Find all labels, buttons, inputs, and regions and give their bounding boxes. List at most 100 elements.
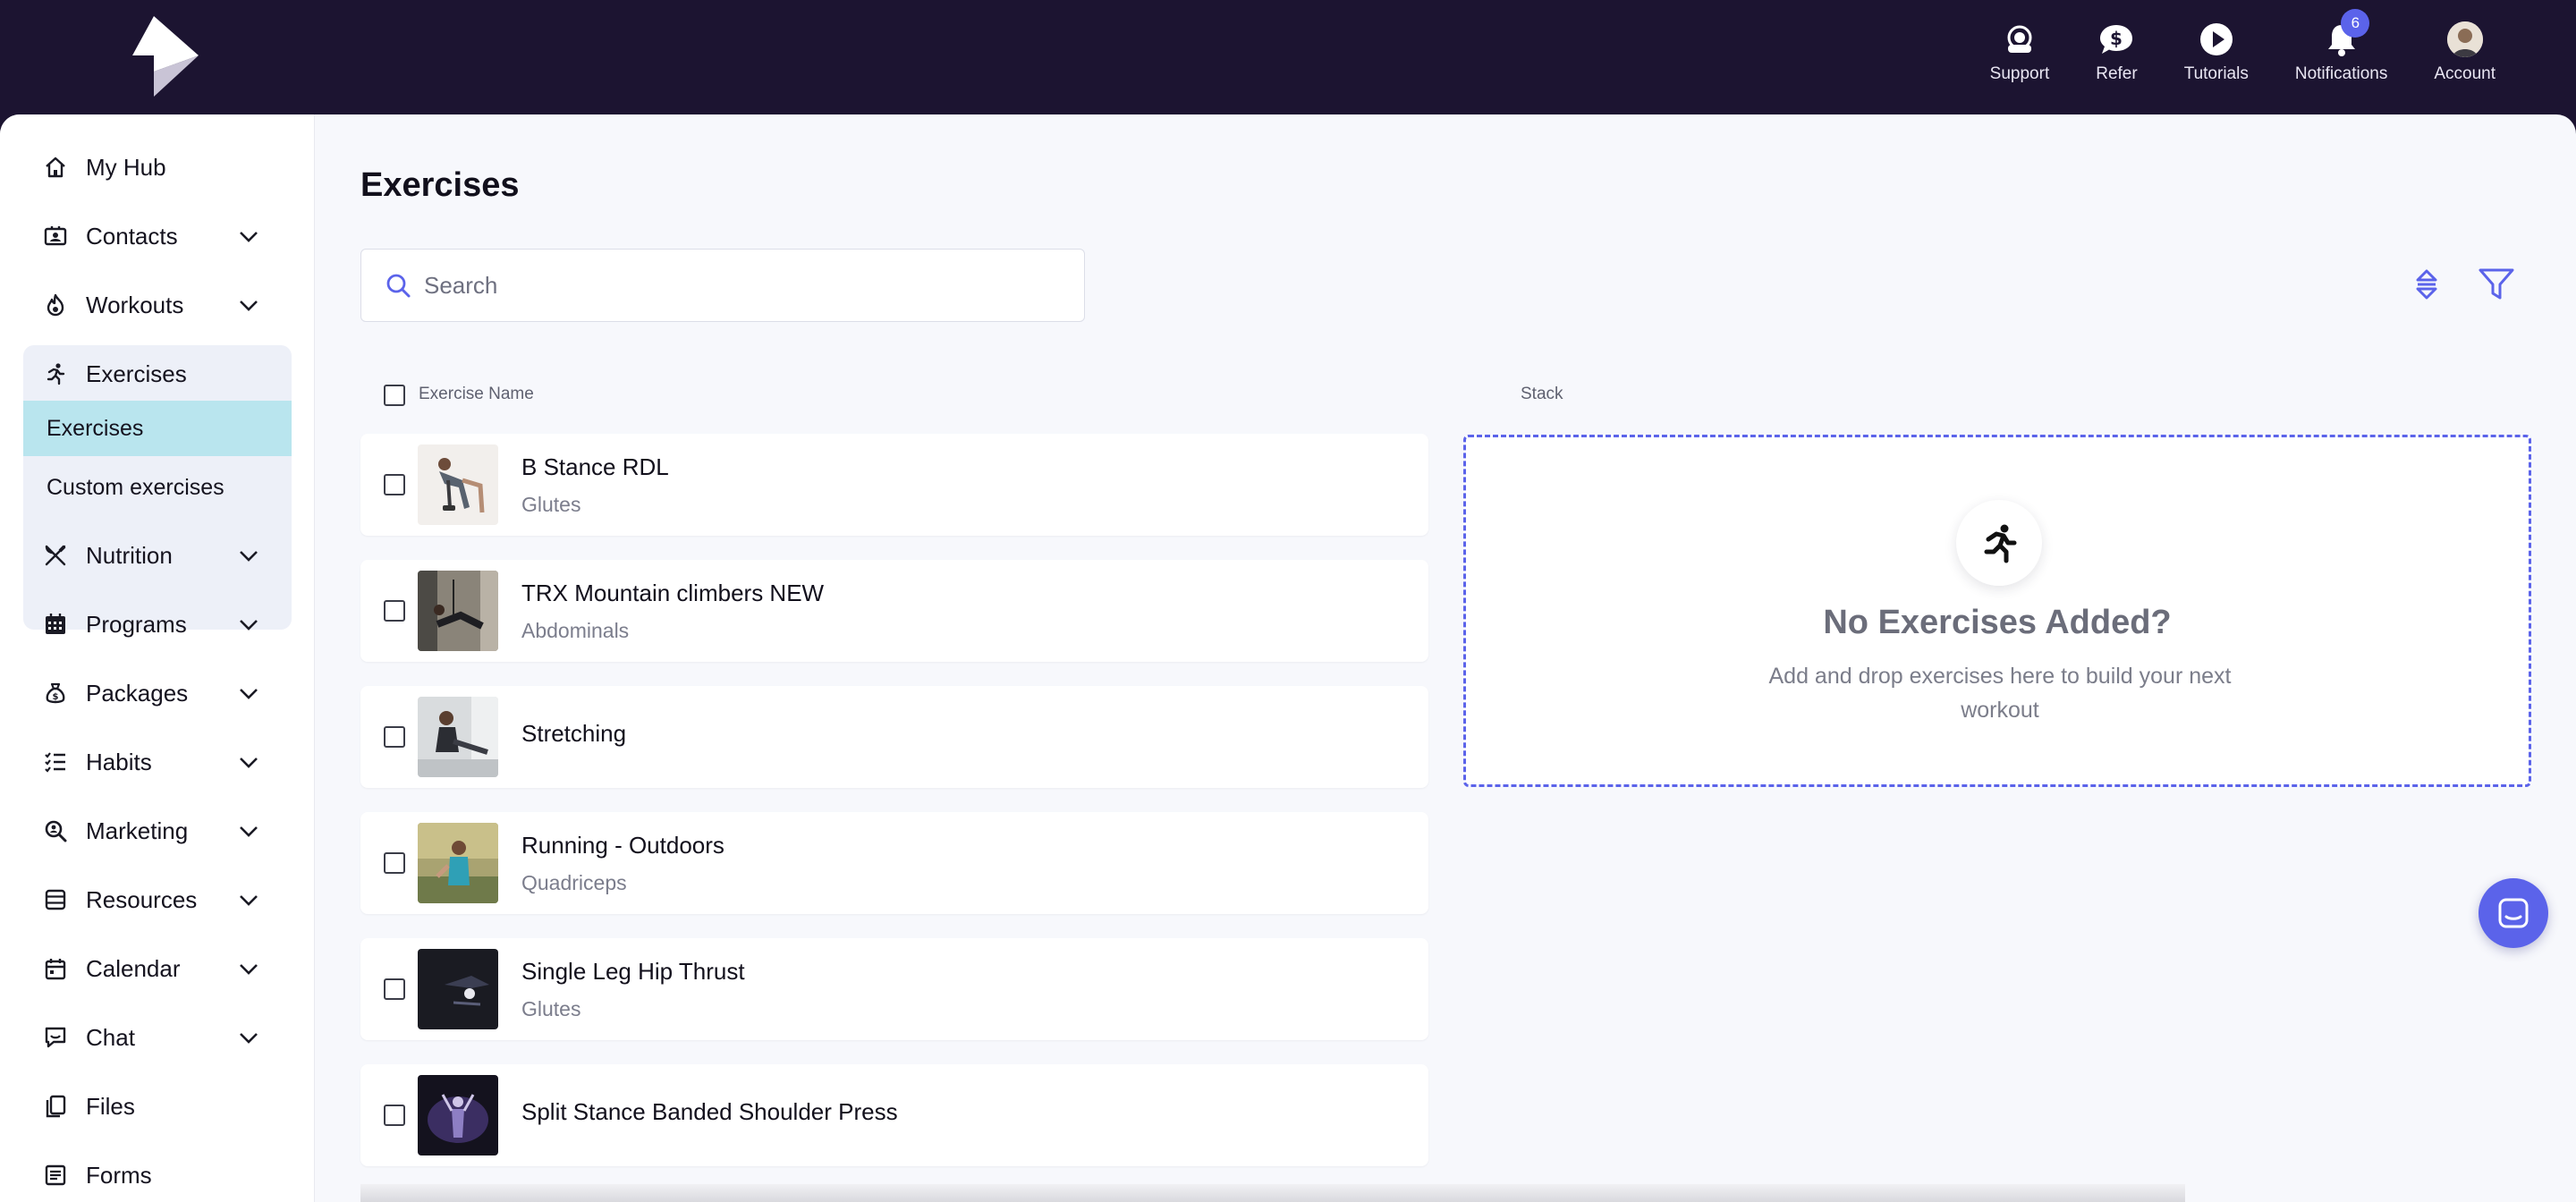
sidebar-item-resources[interactable]: Resources	[23, 872, 292, 927]
sidebar-item-habits[interactable]: Habits	[23, 734, 292, 790]
sidebar-item-my-hub[interactable]: My Hub	[23, 140, 292, 195]
chevron-down-icon[interactable]	[238, 751, 259, 773]
page-title: Exercises	[360, 166, 520, 204]
sidebar-item-marketing[interactable]: Marketing	[23, 803, 292, 859]
notifications-button[interactable]: Notifications 6	[2295, 9, 2387, 91]
search-icon	[386, 274, 411, 298]
stack-empty-subtitle: Add and drop exercises here to build you…	[1768, 664, 2232, 723]
exercise-thumbnail	[418, 1075, 498, 1155]
brand-logo[interactable]	[113, 14, 202, 100]
account-label: Account	[2434, 64, 2496, 83]
sidebar-item-label: Resources	[86, 885, 198, 913]
filter-icon[interactable]	[2477, 265, 2516, 304]
sidebar-item-forms[interactable]: Forms	[23, 1147, 292, 1202]
sidebar-item-label: Calendar	[86, 954, 181, 982]
sidebar-item-label: Exercises	[86, 360, 187, 387]
support-button[interactable]: Support	[1990, 20, 2049, 91]
calendar-grid-icon	[43, 612, 68, 637]
row-checkbox[interactable]	[384, 474, 405, 495]
sidebar-subitem-exercises[interactable]: Exercises	[23, 401, 292, 456]
sidebar-item-workouts[interactable]: Workouts	[23, 277, 292, 333]
row-checkbox[interactable]	[384, 978, 405, 1000]
sidebar-item-contacts[interactable]: Contacts	[23, 208, 292, 264]
chevron-down-icon[interactable]	[238, 614, 259, 635]
sidebar-item-calendar[interactable]: Calendar	[23, 941, 292, 996]
magnifier-icon	[43, 818, 68, 843]
sidebar: My Hub Contacts Workouts Exercises Exerc…	[0, 114, 315, 1202]
refer-label: Refer	[2096, 64, 2138, 83]
exercise-name: Split Stance Banded Shoulder Press	[521, 1098, 898, 1125]
play-circle-icon	[2197, 20, 2236, 59]
exercise-row[interactable]: TRX Mountain climbers NEW Abdominals	[360, 560, 1428, 662]
column-header-stack: Stack	[1521, 385, 1563, 403]
sidebar-item-label: Chat	[86, 1023, 135, 1051]
tutorials-button[interactable]: Tutorials	[2184, 20, 2249, 91]
exercise-thumbnail	[418, 949, 498, 1029]
column-header-exercise-name[interactable]: Exercise Name	[419, 385, 534, 404]
chevron-down-icon[interactable]	[238, 682, 259, 704]
exercise-thumbnail	[418, 697, 498, 777]
sidebar-item-label: Contacts	[86, 222, 178, 250]
sidebar-item-label: Nutrition	[86, 541, 173, 569]
money-bag-icon: $	[43, 681, 68, 706]
sidebar-item-label: Packages	[86, 679, 189, 707]
exercise-name: Single Leg Hip Thrust	[521, 958, 745, 985]
calendar-icon	[43, 956, 68, 981]
exercise-thumbnail	[418, 571, 498, 651]
sidebar-item-exercises[interactable]: Exercises	[23, 346, 292, 402]
sidebar-item-label: Programs	[86, 610, 187, 638]
exercise-name: Running - Outdoors	[521, 832, 724, 859]
exercise-muscle: Quadriceps	[521, 871, 627, 894]
exercise-row[interactable]: Running - Outdoors Quadriceps	[360, 812, 1428, 914]
sidebar-item-nutrition[interactable]: Nutrition	[23, 528, 292, 583]
sidebar-item-label: Marketing	[86, 817, 189, 844]
chat-icon	[43, 1025, 68, 1050]
exercise-thumbnail	[418, 823, 498, 903]
avatar	[2446, 21, 2483, 57]
row-checkbox[interactable]	[384, 852, 405, 874]
row-checkbox[interactable]	[384, 1105, 405, 1126]
headset-icon	[2000, 20, 2039, 59]
chevron-down-icon[interactable]	[238, 1027, 259, 1048]
exercise-name: Stretching	[521, 720, 627, 747]
tutorials-label: Tutorials	[2183, 64, 2249, 83]
sidebar-item-label: Workouts	[86, 291, 184, 318]
exercise-row[interactable]: Single Leg Hip Thrust Glutes	[360, 938, 1428, 1040]
sidebar-item-files[interactable]: Files	[23, 1079, 292, 1134]
exercise-row[interactable]: B Stance RDL Glutes	[360, 434, 1428, 536]
sidebar-item-programs[interactable]: Programs	[23, 597, 292, 652]
sidebar-item-packages[interactable]: $ Packages	[23, 665, 292, 721]
row-checkbox[interactable]	[384, 726, 405, 748]
exercise-muscle: Glutes	[521, 493, 581, 516]
top-actions: Support $ Refer Tutorials Notifications …	[1944, 9, 2496, 91]
select-all-checkbox[interactable]	[384, 385, 405, 406]
contact-card-icon	[43, 224, 68, 249]
sort-icon[interactable]	[2407, 265, 2446, 304]
chevron-down-icon[interactable]	[238, 889, 259, 910]
exercise-row[interactable]: Split Stance Banded Shoulder Press	[360, 1064, 1428, 1166]
home-icon	[43, 155, 68, 180]
sidebar-item-label: My Hub	[86, 153, 166, 181]
running-person-icon	[43, 361, 68, 386]
support-chat-button[interactable]	[2479, 878, 2548, 948]
chevron-down-icon[interactable]	[238, 958, 259, 979]
account-button[interactable]: Account	[2434, 20, 2496, 91]
search-box[interactable]	[360, 249, 1085, 322]
row-checkbox[interactable]	[384, 600, 405, 622]
search-input[interactable]	[424, 271, 1050, 300]
stack-drop-zone[interactable]: No Exercises Added? Add and drop exercis…	[1463, 435, 2531, 787]
sidebar-item-chat[interactable]: Chat	[23, 1010, 292, 1065]
top-bar: Support $ Refer Tutorials Notifications …	[0, 0, 2576, 116]
chevron-down-icon[interactable]	[238, 545, 259, 566]
refer-button[interactable]: $ Refer	[2096, 20, 2138, 91]
app-shell: My Hub Contacts Workouts Exercises Exerc…	[0, 114, 2576, 1202]
exercise-name: B Stance RDL	[521, 453, 669, 480]
sidebar-item-label: Habits	[86, 748, 152, 775]
chevron-down-icon[interactable]	[238, 225, 259, 247]
checklist-icon	[43, 749, 68, 775]
exercise-row[interactable]: Stretching	[360, 686, 1428, 788]
chevron-down-icon[interactable]	[238, 294, 259, 316]
chevron-down-icon[interactable]	[238, 820, 259, 842]
chat-bubble-icon	[2498, 898, 2529, 928]
sidebar-subitem-custom-exercises[interactable]: Custom exercises	[23, 460, 292, 515]
